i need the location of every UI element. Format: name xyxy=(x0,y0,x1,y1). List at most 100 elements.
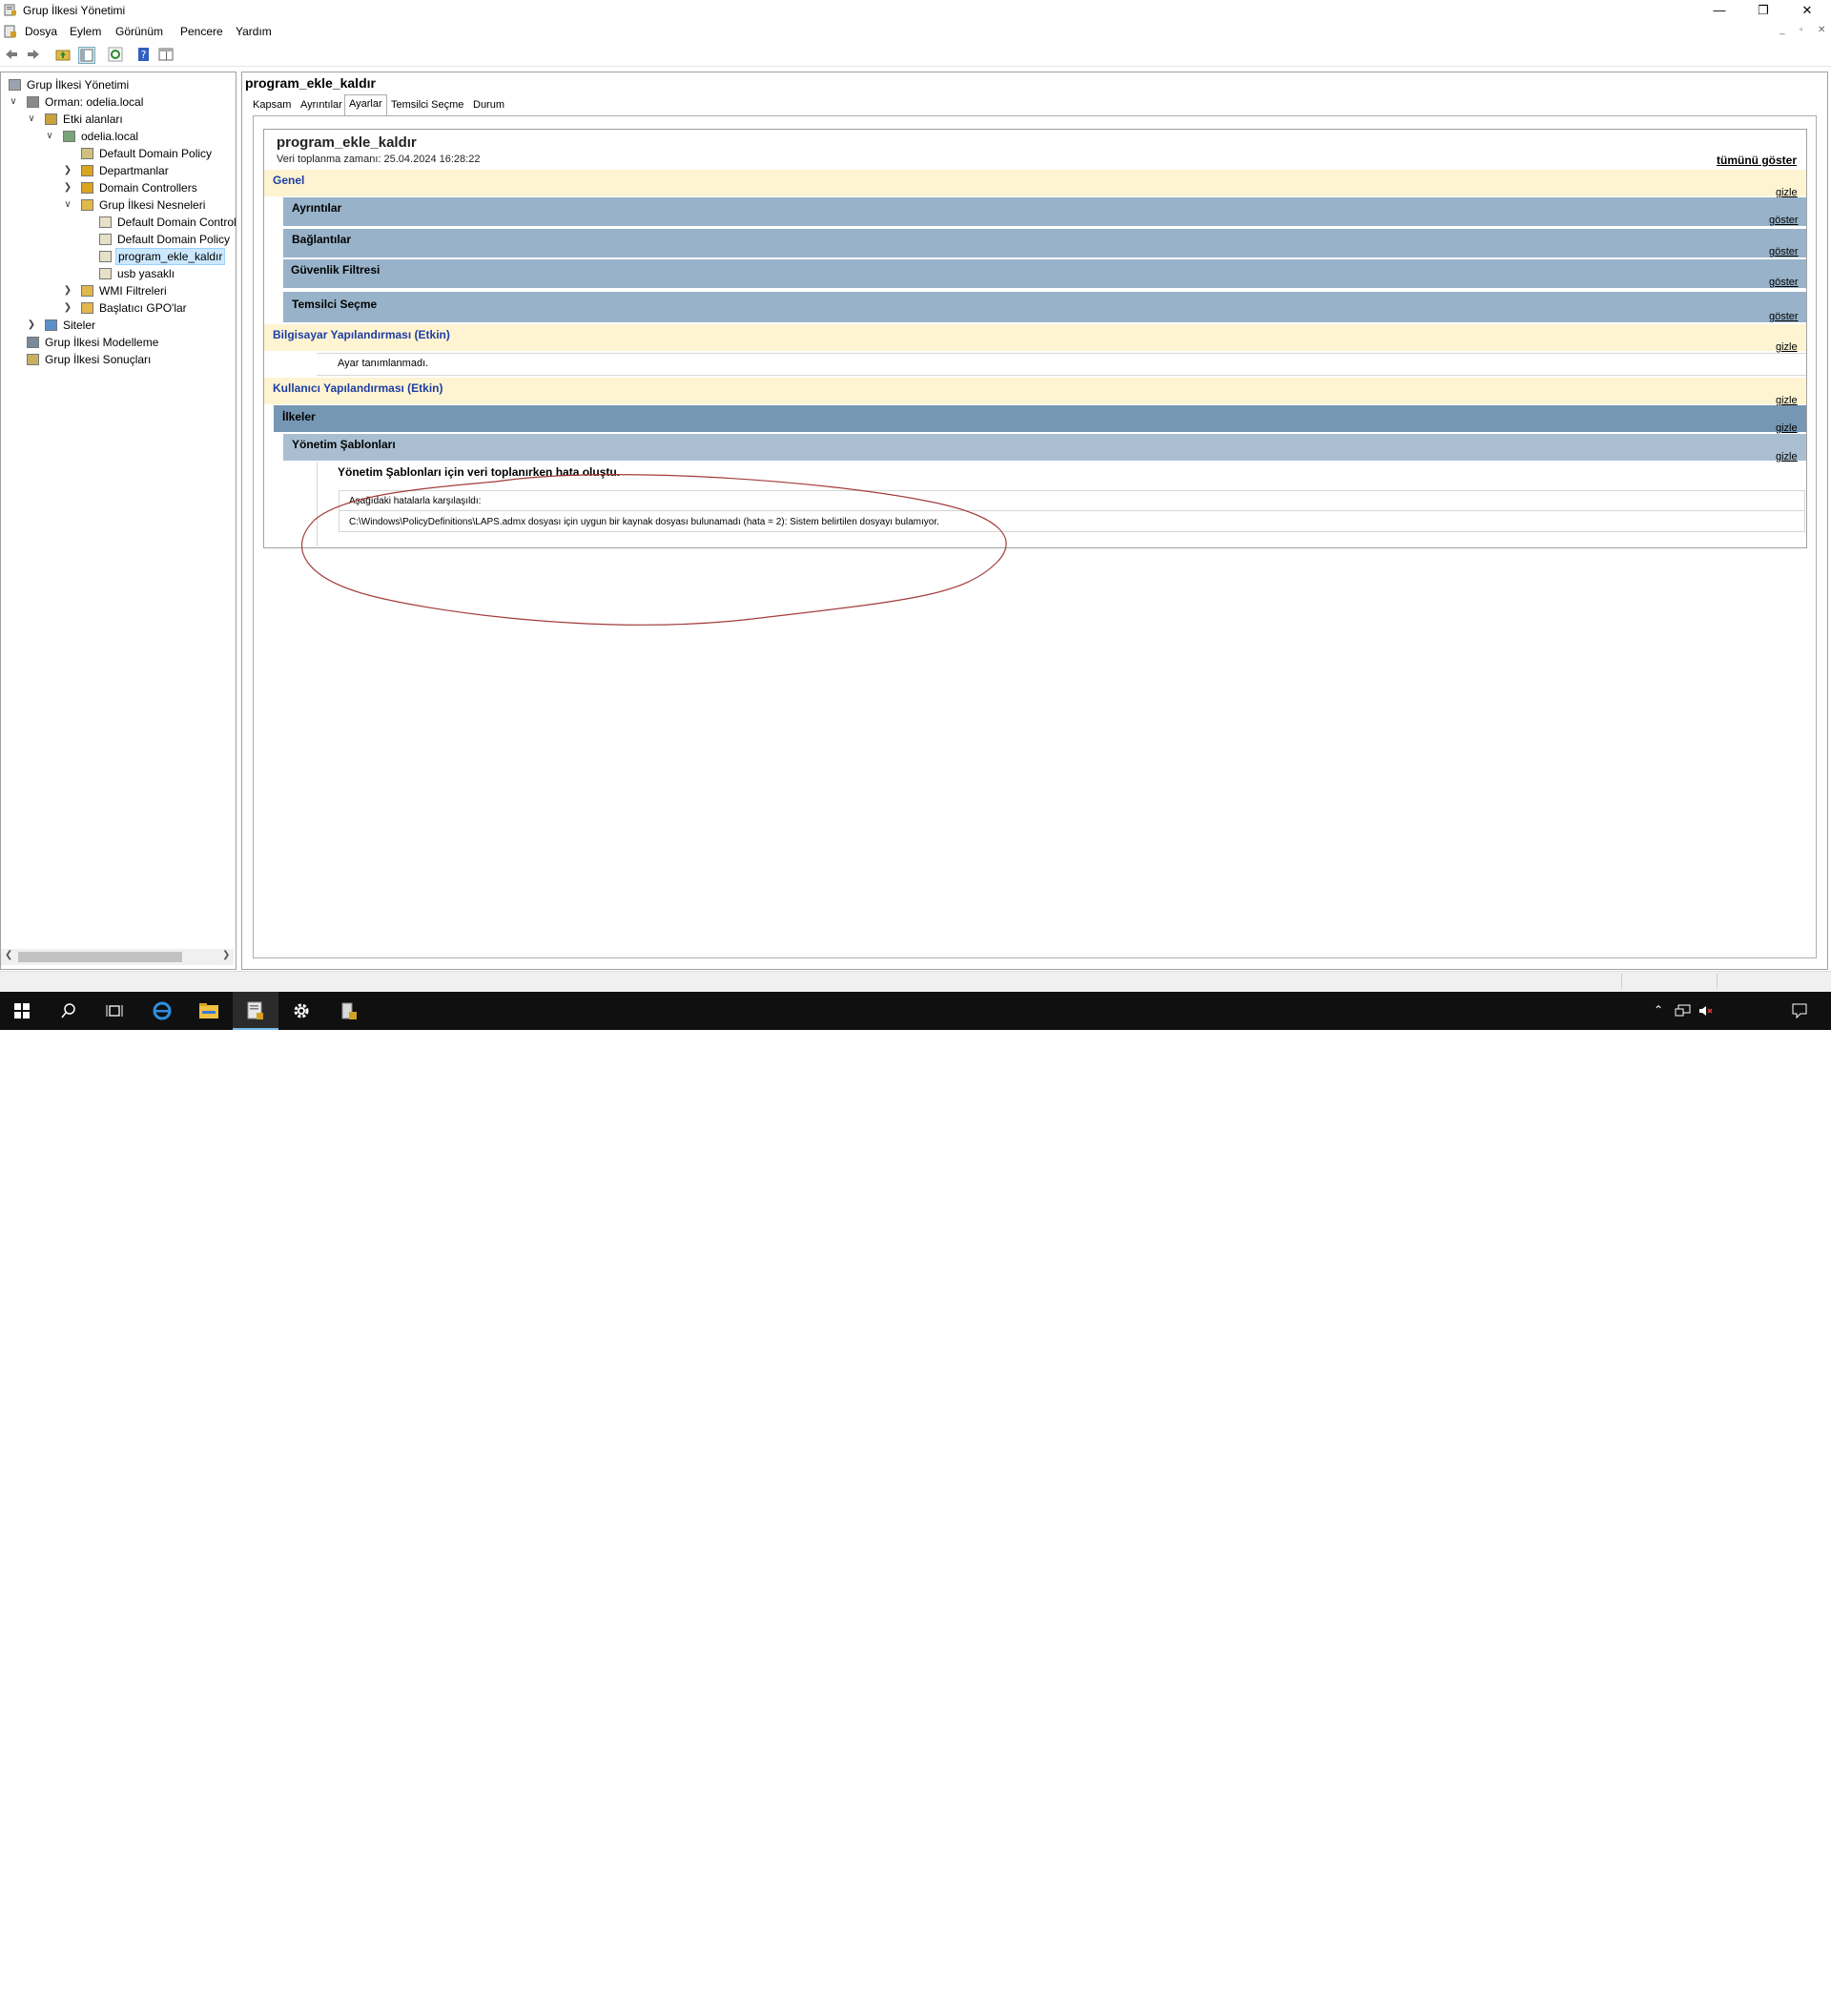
guvenlik-show-link[interactable]: göster xyxy=(1769,277,1799,288)
tree-horizontal-scrollbar[interactable]: ❮ ❯ xyxy=(1,949,234,965)
scrollbar-thumb[interactable] xyxy=(18,952,182,962)
clock-time[interactable]: 16:28 xyxy=(1736,1987,1781,1999)
menu-eylem[interactable]: Eylem xyxy=(70,25,101,38)
search-button[interactable] xyxy=(46,992,92,1030)
folder-icon xyxy=(81,199,93,211)
taskbar-file-explorer[interactable] xyxy=(186,992,232,1030)
tree-node[interactable]: Grup İlkesi Modelleme xyxy=(1,334,236,351)
section-genel-title[interactable]: Genel xyxy=(273,174,304,187)
system-menu-icon[interactable] xyxy=(4,25,17,38)
tree-node[interactable]: ❯ Başlatıcı GPO'lar xyxy=(1,299,236,317)
tree-node[interactable]: ❯ WMI Filtreleri xyxy=(1,282,236,299)
tree-node[interactable]: ❯ Domain Controllers xyxy=(1,179,236,196)
computer-hide-link[interactable]: gizle xyxy=(1776,341,1798,353)
forest-icon xyxy=(27,96,39,108)
tree-node[interactable]: ∨ odelia.local xyxy=(1,128,236,145)
notifications-icon[interactable] xyxy=(1792,1003,1807,1018)
sites-icon xyxy=(45,319,57,331)
tree-node[interactable]: ∨ Orman: odelia.local xyxy=(1,93,236,111)
subsection-guvenlik-title[interactable]: Güvenlik Filtresi xyxy=(291,263,380,277)
task-view-button[interactable] xyxy=(92,992,137,1030)
taskbar-settings[interactable] xyxy=(278,992,324,1030)
menu-yardim[interactable]: Yardım xyxy=(236,25,272,38)
tree-node[interactable]: Default Domain Control xyxy=(1,214,237,231)
menu-pencere[interactable]: Pencere xyxy=(180,25,223,38)
expand-chevron-icon[interactable]: ❯ xyxy=(63,282,72,299)
subsection-temsilci-title[interactable]: Temsilci Seçme xyxy=(292,298,377,311)
subsection-admin-templates-title[interactable]: Yönetim Şablonları xyxy=(292,438,396,451)
modeling-icon xyxy=(27,337,39,348)
close-button[interactable]: ✕ xyxy=(1785,0,1829,21)
tree-node[interactable]: Default Domain Policy xyxy=(1,231,236,248)
tree-node-label: Orman: odelia.local xyxy=(45,95,144,109)
network-icon[interactable] xyxy=(1675,1004,1692,1018)
section-computer-title[interactable]: Bilgisayar Yapılandırması (Etkin) xyxy=(273,328,450,341)
properties-pane-icon[interactable] xyxy=(158,47,174,62)
taskbar-group-policy-management[interactable] xyxy=(233,992,278,1030)
baglantilar-show-link[interactable]: göster xyxy=(1769,246,1799,257)
taskbar-server-manager[interactable] xyxy=(326,992,372,1030)
restore-button[interactable]: ❐ xyxy=(1741,0,1785,21)
subsection-admin-templates xyxy=(283,434,1806,461)
tree-node[interactable]: ❯ Departmanlar xyxy=(1,162,236,179)
tab-kapsam[interactable]: Kapsam xyxy=(249,96,295,114)
collapse-chevron-icon[interactable]: ∨ xyxy=(27,111,36,128)
ayrintilar-show-link[interactable]: göster xyxy=(1769,215,1799,226)
subsection-baglantilar xyxy=(283,229,1806,257)
show-hidden-icons-icon[interactable]: ⌃ xyxy=(1654,1003,1663,1017)
tab-temsilci-secme[interactable]: Temsilci Seçme xyxy=(387,96,467,114)
subsection-ayrintilar xyxy=(283,197,1806,226)
collapse-chevron-icon[interactable]: ∨ xyxy=(45,128,54,145)
start-button[interactable] xyxy=(0,992,46,1030)
help-icon[interactable]: ? xyxy=(136,47,152,62)
tab-ayrintilar[interactable]: Ayrıntılar xyxy=(297,96,346,114)
status-divider xyxy=(1717,974,1718,989)
expand-chevron-icon[interactable]: ❯ xyxy=(27,317,36,334)
mdi-minimize-button[interactable]: _ xyxy=(1780,25,1785,35)
tree-node[interactable]: ∨ Etki alanları xyxy=(1,111,236,128)
minimize-button[interactable]: — xyxy=(1697,0,1741,21)
scroll-right-icon[interactable]: ❯ xyxy=(222,950,230,960)
tree-node[interactable]: usb yasaklı xyxy=(1,265,236,282)
ilkeler-hide-link[interactable]: gizle xyxy=(1776,422,1798,434)
expand-chevron-icon[interactable]: ❯ xyxy=(63,299,72,317)
subsection-ayrintilar-title[interactable]: Ayrıntılar xyxy=(292,201,341,215)
mdi-restore-button[interactable]: ▫ xyxy=(1800,25,1803,35)
scroll-left-icon[interactable]: ❮ xyxy=(5,950,12,960)
mdi-close-button[interactable]: ✕ xyxy=(1818,25,1825,35)
menu-dosya[interactable]: Dosya xyxy=(25,25,57,38)
tab-ayarlar[interactable]: Ayarlar xyxy=(344,94,387,115)
back-arrow-icon[interactable] xyxy=(4,47,19,62)
tree-node[interactable]: ❯ Siteler xyxy=(1,317,236,334)
expand-chevron-icon[interactable]: ❯ xyxy=(63,162,72,179)
tree-node[interactable]: ∨ Grup İlkesi Nesneleri xyxy=(1,196,236,214)
subsection-ilkeler-title[interactable]: İlkeler xyxy=(282,410,316,423)
show-all-link[interactable]: tümünü göster xyxy=(1717,154,1797,167)
menu-gorunum[interactable]: Görünüm xyxy=(115,25,163,38)
expand-chevron-icon[interactable]: ❯ xyxy=(63,179,72,196)
temsilci-show-link[interactable]: göster xyxy=(1769,311,1799,322)
volume-muted-icon[interactable] xyxy=(1697,1004,1715,1018)
results-icon xyxy=(27,354,39,365)
subsection-baglantilar-title[interactable]: Bağlantılar xyxy=(292,233,351,246)
refresh-icon[interactable] xyxy=(108,47,123,62)
taskbar-internet-explorer[interactable] xyxy=(139,992,185,1030)
collapse-chevron-icon[interactable]: ∨ xyxy=(9,93,18,111)
folder-icon xyxy=(81,285,93,297)
forward-arrow-icon[interactable] xyxy=(26,47,41,62)
up-folder-icon[interactable] xyxy=(55,47,71,62)
tree-node[interactable]: Default Domain Policy xyxy=(1,145,236,162)
collapse-chevron-icon[interactable]: ∨ xyxy=(63,196,72,214)
section-user-title[interactable]: Kullanıcı Yapılandırması (Etkin) xyxy=(273,381,443,395)
tree-node[interactable]: Grup İlkesi Yönetimi xyxy=(1,76,236,93)
tree-node[interactable]: program_ekle_kaldır xyxy=(1,248,236,265)
subsection-temsilci-secme xyxy=(283,292,1806,322)
section-computer-config xyxy=(264,324,1806,351)
tree-node-label: Default Domain Policy xyxy=(99,147,213,160)
tab-durum[interactable]: Durum xyxy=(469,96,508,114)
show-hide-console-tree-icon[interactable] xyxy=(78,47,95,64)
tree-node[interactable]: Grup İlkesi Sonuçları xyxy=(1,351,236,368)
clock-date[interactable]: 25.04.2024 xyxy=(1723,2005,1794,2016)
annotation-ellipse xyxy=(300,474,1007,626)
subsection-ilkeler xyxy=(274,405,1806,432)
